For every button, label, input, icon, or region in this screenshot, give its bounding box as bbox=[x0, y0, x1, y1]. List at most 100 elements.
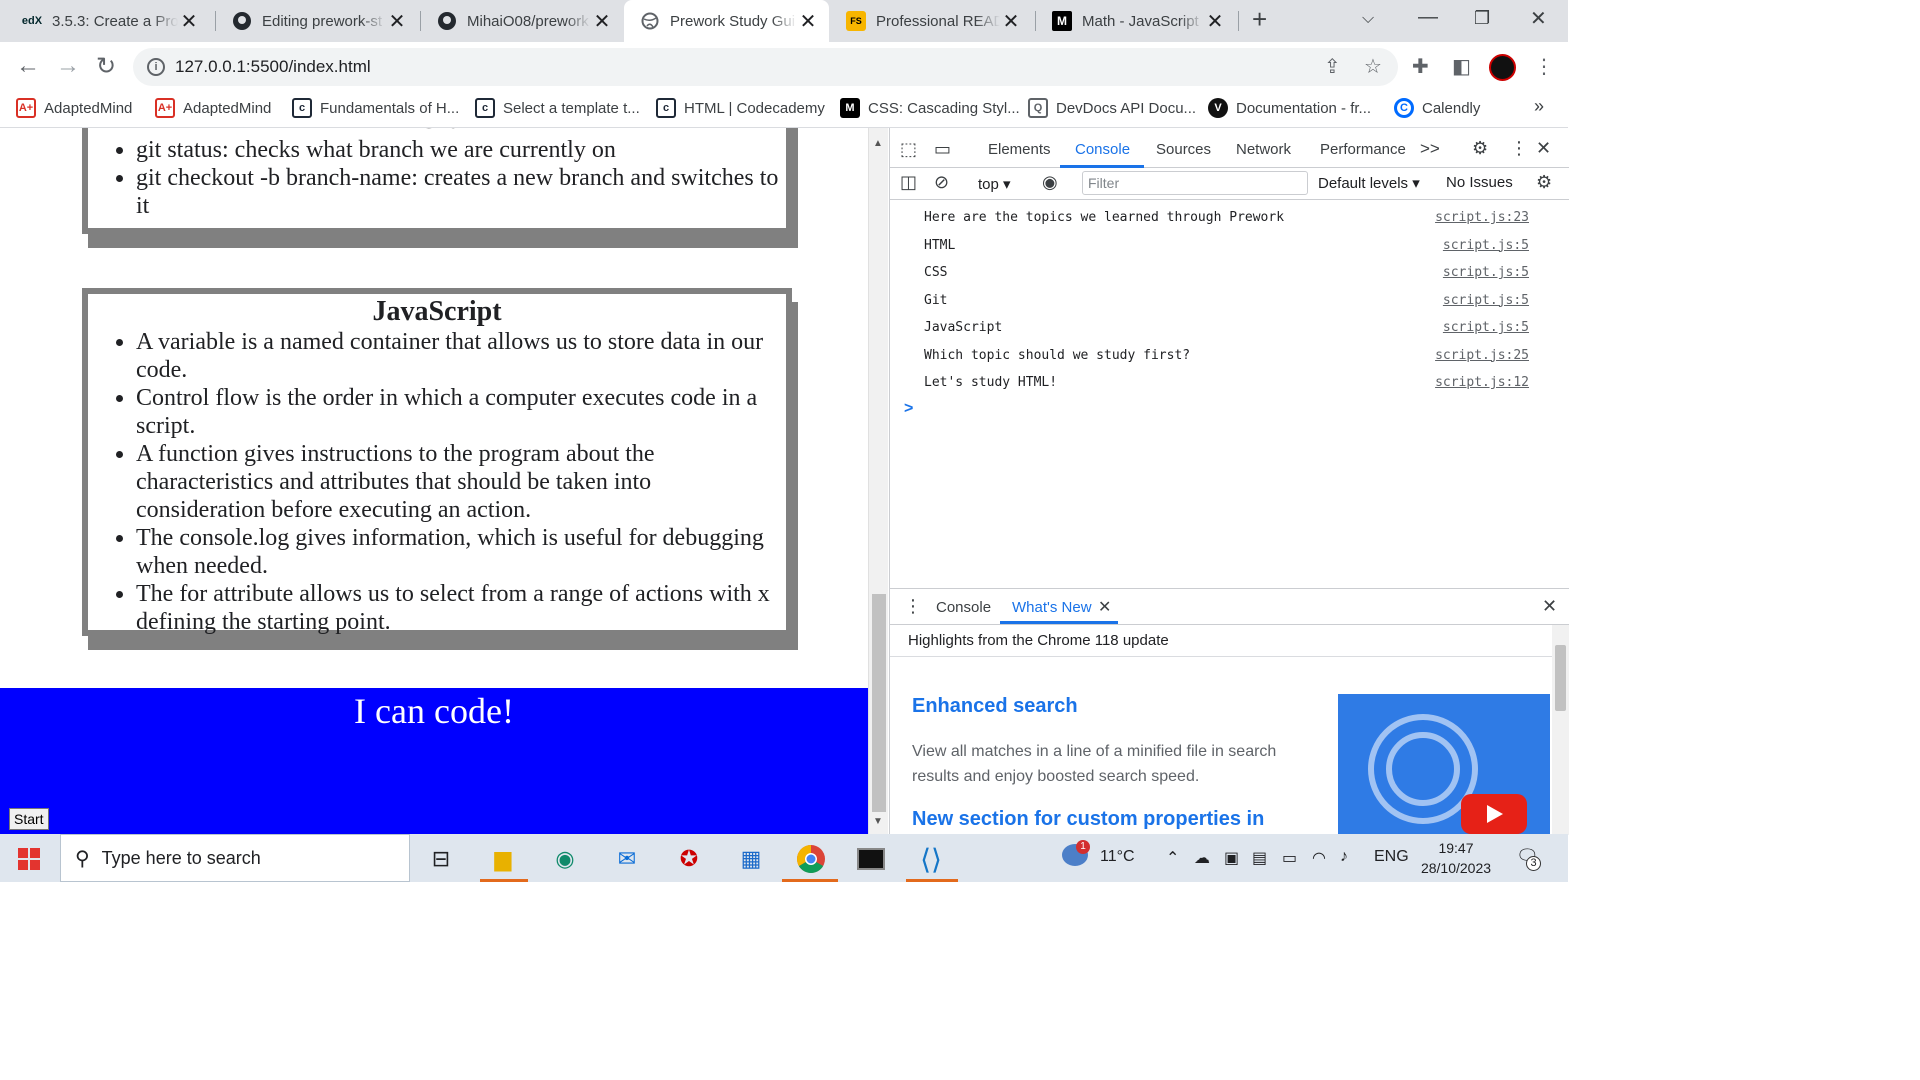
source-link[interactable]: script.js:23 bbox=[1435, 204, 1529, 231]
chrome-icon[interactable] bbox=[794, 842, 828, 876]
close-tab-icon[interactable]: ✕ bbox=[1000, 9, 1022, 34]
source-link[interactable]: script.js:12 bbox=[1435, 369, 1529, 396]
minimize-button[interactable]: — bbox=[1418, 6, 1438, 29]
drawer-tab-console[interactable]: Console bbox=[936, 599, 991, 616]
page-scrollbar[interactable]: ▲ ▼ bbox=[868, 128, 888, 834]
drawer-scrollbar[interactable] bbox=[1552, 625, 1569, 835]
console-prompt[interactable]: > bbox=[904, 400, 913, 418]
terminal-icon[interactable] bbox=[854, 842, 888, 876]
console-settings-gear-icon[interactable]: ⚙ bbox=[1536, 172, 1552, 193]
context-selector[interactable]: top ▾ bbox=[978, 175, 1011, 193]
clear-console-icon[interactable]: ⊘ bbox=[934, 172, 949, 193]
edge-icon[interactable]: ◉ bbox=[548, 842, 582, 876]
bookmark-documentation[interactable]: V Documentation - fr... bbox=[1208, 98, 1371, 118]
windows-start-icon[interactable] bbox=[18, 848, 40, 870]
address-bar[interactable]: i 127.0.0.1:5500/index.html bbox=[133, 48, 1398, 86]
site-info-icon[interactable]: i bbox=[147, 58, 165, 76]
close-drawer-icon[interactable]: ✕ bbox=[1542, 596, 1557, 617]
browser-tab-6[interactable]: M Math - JavaScript | ✕ bbox=[1030, 0, 1236, 42]
close-tab-icon[interactable]: ✕ bbox=[178, 9, 200, 34]
task-view-icon[interactable]: ⊟ bbox=[424, 842, 458, 876]
bookmark-css-mdn[interactable]: M CSS: Cascading Styl... bbox=[840, 98, 1020, 118]
source-link[interactable]: script.js:5 bbox=[1443, 287, 1529, 314]
more-bookmarks-button[interactable]: » bbox=[1534, 96, 1544, 117]
whats-new-video-thumbnail[interactable] bbox=[1338, 694, 1550, 839]
weather-temperature[interactable]: 11°C bbox=[1100, 848, 1135, 866]
scroll-down-arrow[interactable]: ▼ bbox=[873, 816, 883, 827]
volume-icon[interactable]: ♪ bbox=[1340, 848, 1348, 866]
tab-network[interactable]: Network bbox=[1236, 141, 1291, 158]
bookmark-select-template[interactable]: c Select a template t... bbox=[475, 98, 640, 118]
tab-sources[interactable]: Sources bbox=[1156, 141, 1211, 158]
drawer-tab-whats-new[interactable]: What's New bbox=[1012, 599, 1092, 616]
back-button[interactable]: ← bbox=[16, 52, 40, 80]
reload-button[interactable]: ↻ bbox=[96, 52, 116, 81]
close-tab-icon[interactable]: ✕ bbox=[386, 9, 408, 34]
menu-icon[interactable]: ⋮ bbox=[1534, 54, 1554, 79]
vscode-icon[interactable]: ⟨⟩ bbox=[914, 842, 948, 876]
scrollbar-thumb[interactable] bbox=[872, 594, 886, 812]
restore-button[interactable]: ❐ bbox=[1474, 8, 1490, 29]
scroll-up-arrow[interactable]: ▲ bbox=[873, 138, 883, 149]
side-panel-icon[interactable]: ◧ bbox=[1452, 54, 1471, 79]
taskbar-search-box[interactable]: ⚲ Type here to search bbox=[60, 834, 410, 882]
live-expression-eye-icon[interactable]: ◉ bbox=[1042, 172, 1058, 193]
tab-elements[interactable]: Elements bbox=[988, 141, 1051, 158]
sidebar-toggle-icon[interactable]: ◫ bbox=[900, 172, 917, 193]
wifi-icon[interactable]: ◠ bbox=[1312, 848, 1326, 868]
share-icon[interactable]: ⇪ bbox=[1324, 54, 1341, 79]
more-tabs-button[interactable]: >> bbox=[1420, 139, 1440, 159]
forward-button[interactable]: → bbox=[56, 52, 80, 80]
bookmark-calendly[interactable]: C Calendly bbox=[1394, 98, 1480, 118]
bookmark-devdocs[interactable]: Q DevDocs API Docu... bbox=[1028, 98, 1196, 118]
browser-tab-5[interactable]: FS Professional READ ✕ bbox=[824, 0, 1032, 42]
custom-properties-heading[interactable]: New section for custom properties in bbox=[912, 808, 1264, 831]
source-link[interactable]: script.js:5 bbox=[1443, 232, 1529, 259]
tab-search-icon[interactable]: ⌵ bbox=[1362, 10, 1374, 28]
extensions-icon[interactable]: ✚ bbox=[1412, 54, 1429, 79]
onedrive-icon[interactable]: ☁ bbox=[1194, 848, 1210, 868]
bookmark-fundamentals[interactable]: c Fundamentals of H... bbox=[292, 98, 459, 118]
bookmark-star-icon[interactable]: ☆ bbox=[1364, 54, 1382, 79]
start-button[interactable]: Start bbox=[9, 808, 49, 830]
inspect-element-icon[interactable]: ⬚ bbox=[900, 139, 917, 160]
mail-icon[interactable]: ✉ bbox=[610, 842, 644, 876]
file-explorer-icon[interactable]: ▆ bbox=[486, 842, 520, 876]
new-tab-button[interactable]: + bbox=[1252, 4, 1267, 35]
close-whats-new-icon[interactable]: ✕ bbox=[1098, 597, 1111, 617]
bookmark-html-codecademy[interactable]: c HTML | Codecademy bbox=[656, 98, 825, 118]
close-window-button[interactable]: ✕ bbox=[1530, 6, 1547, 31]
profile-avatar[interactable] bbox=[1489, 54, 1516, 81]
bookmark-adaptedmind-1[interactable]: A+ AdaptedMind bbox=[16, 98, 132, 118]
log-levels-dropdown[interactable]: Default levels ▾ bbox=[1318, 174, 1420, 192]
youtube-play-icon[interactable] bbox=[1461, 794, 1527, 834]
battery-icon[interactable]: ▭ bbox=[1282, 848, 1297, 868]
browser-tab-1[interactable]: edX 3.5.3: Create a Prof ✕ bbox=[0, 0, 210, 42]
microsoft-store-icon[interactable]: ▦ bbox=[734, 842, 768, 876]
device-toolbar-icon[interactable]: ▭ bbox=[934, 139, 951, 160]
enhanced-search-heading[interactable]: Enhanced search bbox=[912, 695, 1078, 718]
source-link[interactable]: script.js:25 bbox=[1435, 342, 1529, 369]
issues-counter[interactable]: No Issues bbox=[1446, 174, 1513, 191]
devtools-menu-icon[interactable]: ⋮ bbox=[1510, 138, 1528, 159]
close-tab-icon[interactable]: ✕ bbox=[797, 9, 819, 34]
source-link[interactable]: script.js:5 bbox=[1443, 314, 1529, 341]
app-icon[interactable]: ✪ bbox=[672, 842, 706, 876]
weather-icon[interactable]: 1 bbox=[1062, 840, 1090, 871]
system-clock[interactable]: 19:47 28/10/2023 bbox=[1412, 838, 1500, 878]
browser-tab-2[interactable]: Editing prework-st ✕ bbox=[210, 0, 418, 42]
tab-console[interactable]: Console bbox=[1075, 141, 1130, 158]
browser-tab-3[interactable]: MihaiO08/prework ✕ bbox=[415, 0, 623, 42]
app-tray-icon[interactable]: ▣ bbox=[1224, 848, 1239, 868]
drawer-menu-icon[interactable]: ⋮ bbox=[904, 596, 922, 617]
console-filter-input[interactable]: Filter bbox=[1082, 171, 1308, 195]
tab-performance[interactable]: Performance bbox=[1320, 141, 1406, 158]
close-tab-icon[interactable]: ✕ bbox=[1204, 9, 1226, 34]
close-tab-icon[interactable]: ✕ bbox=[591, 9, 613, 34]
settings-gear-icon[interactable]: ⚙ bbox=[1472, 138, 1488, 159]
bookmark-adaptedmind-2[interactable]: A+ AdaptedMind bbox=[155, 98, 271, 118]
browser-tab-4-active[interactable]: Prework Study Gui ✕ bbox=[624, 0, 829, 42]
notification-center-icon[interactable]: 🗨 3 bbox=[1516, 846, 1541, 871]
monitor-icon[interactable]: ▤ bbox=[1252, 848, 1267, 868]
scrollbar-thumb[interactable] bbox=[1555, 645, 1566, 711]
